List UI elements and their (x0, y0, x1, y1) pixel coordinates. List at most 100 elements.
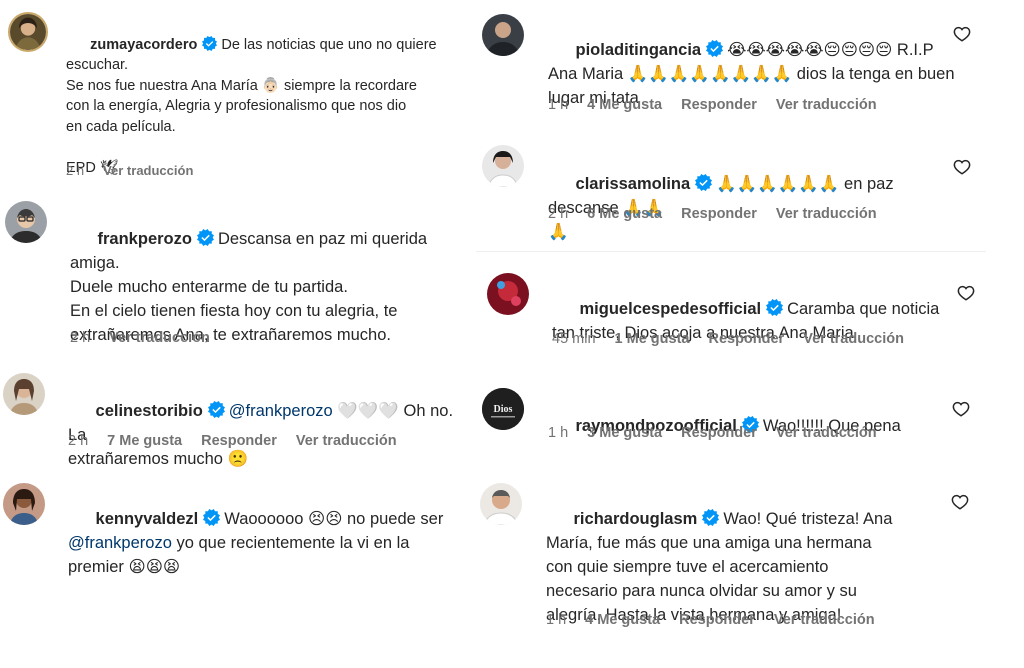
column-divider (466, 0, 467, 668)
see-translation-link[interactable]: Ver traducción (103, 163, 193, 178)
mention-link[interactable]: @frankperozo (68, 534, 172, 552)
likes-count[interactable]: 7 Me gusta (107, 433, 182, 449)
comment-text-line: yo que recientemente la vi en la (171, 534, 410, 552)
comment-meta: 1 h 4 Me gusta Responder Ver traducción (546, 612, 894, 628)
comment-text-line: en cada película. (66, 118, 176, 135)
username[interactable]: celinestoribio (96, 402, 203, 420)
comment-text-line: María, fue más que una amiga una hermana (546, 534, 872, 552)
timestamp[interactable]: 2 h (548, 206, 568, 222)
avatar[interactable] (480, 483, 522, 525)
avatar[interactable] (3, 373, 45, 415)
username[interactable]: richardouglasm (574, 510, 698, 528)
timestamp[interactable]: 2 h (66, 163, 84, 178)
username[interactable]: pioladitingancia (576, 41, 702, 59)
reply-button[interactable]: Responder (679, 612, 755, 628)
verified-badge-icon (702, 509, 719, 526)
avatar[interactable] (3, 483, 45, 525)
verified-badge-icon (706, 40, 723, 57)
avatar[interactable] (482, 14, 524, 56)
comment-miguelcespedesofficial: miguelcespedesofficial Caramba que notici… (476, 265, 1024, 365)
avatar[interactable] (482, 145, 524, 187)
comment-text-line: Ana Maria 🙏🙏🙏🙏🙏🙏🙏🙏 dios la tenga en buen (548, 65, 955, 83)
likes-count[interactable]: 6 Me gusta (587, 206, 662, 222)
comment-text-line: amiga. (70, 254, 120, 272)
likes-count[interactable]: 4 Me gusta (585, 612, 660, 628)
comment-meta: 2 h 6 Me gusta Responder Ver traducción (548, 206, 896, 222)
comment-text-line: Descansa en paz mi querida (217, 230, 428, 248)
comment-meta: 45 min 1 Me gusta Responder Ver traducción (552, 331, 923, 347)
avatar[interactable]: Dios (482, 388, 524, 430)
reply-button[interactable]: Responder (681, 97, 757, 113)
comment-richardouglasm: richardouglasm Wao! Qué tristeza! Ana Mar… (476, 475, 1024, 665)
verified-badge-icon (208, 401, 225, 418)
comment-text-line: En el cielo tienen fiesta hoy con tu ale… (70, 302, 398, 320)
comment-text-line: Duele mucho enterarme de tu partida. (70, 278, 348, 296)
timestamp[interactable]: 2 h (70, 330, 90, 346)
comment-celinestoribio: celinestoribio @frankperozo 🤍🤍🤍 Oh no. La… (0, 365, 466, 468)
see-translation-link[interactable]: Ver traducción (776, 97, 877, 113)
comment-kennyvaldezl: kennyvaldezl Waoooooo 😣😣 no puede ser @fr… (0, 475, 466, 576)
timestamp[interactable]: 45 min (552, 331, 596, 347)
verified-badge-icon (766, 299, 783, 316)
comment-text-line: 🙏 (548, 223, 569, 241)
comment-text-line: Se nos fue nuestra Ana María 👵🏻 siempre … (66, 77, 417, 94)
heart-icon[interactable] (951, 493, 969, 511)
comment-zumayacordero: zumayacordero De las noticias que uno no … (0, 0, 466, 190)
heart-icon[interactable] (953, 25, 971, 43)
verified-badge-icon (695, 174, 712, 191)
timestamp[interactable]: 2 h (68, 433, 88, 449)
likes-count[interactable]: 3 Me gusta (587, 425, 662, 441)
see-translation-link[interactable]: Ver traducción (109, 330, 210, 346)
see-translation-link[interactable]: Ver traducción (776, 425, 877, 441)
comment-pioladitingancia: pioladitingancia 😭😭😭😭😭😔😔😔😔 R.I.P Ana Mari… (476, 0, 1024, 130)
mention-link[interactable]: @frankperozo (229, 402, 333, 420)
timestamp[interactable]: 1 h (546, 612, 566, 628)
comment-frankperozo: frankperozo Descansa en paz mi querida am… (0, 195, 466, 355)
divider (476, 251, 986, 252)
comment-meta: 2 h Ver traducción (70, 330, 229, 346)
avatar-label: Dios (494, 404, 513, 415)
see-translation-link[interactable]: Ver traducción (296, 433, 397, 449)
heart-icon[interactable] (957, 284, 975, 302)
heart-icon[interactable] (953, 158, 971, 176)
username[interactable]: zumayacordero (90, 37, 197, 53)
comment-text-line: 😭😭😭😭😭😔😔😔😔 R.I.P (727, 41, 934, 59)
comment-clarissamolina: clarissamolina 🙏🙏🙏🙏🙏🙏 en paz descanse 🙏🙏 … (476, 140, 1024, 241)
avatar[interactable] (5, 201, 47, 243)
username[interactable]: miguelcespedesofficial (580, 300, 762, 318)
comment-text-line: Caramba que noticia (787, 300, 940, 318)
see-translation-link[interactable]: Ver traducción (774, 612, 875, 628)
comment-text-line: con la energía, Alegria y profesionalism… (66, 98, 407, 114)
likes-count[interactable]: 4 Me gusta (587, 97, 662, 113)
comment-meta: 1 h 4 Me gusta Responder Ver traducción (548, 97, 896, 113)
see-translation-link[interactable]: Ver traducción (776, 206, 877, 222)
verified-badge-icon (203, 509, 220, 526)
see-translation-link[interactable]: Ver traducción (803, 331, 904, 347)
reply-button[interactable]: Responder (681, 206, 757, 222)
comment-meta: 2 h 7 Me gusta Responder Ver traducción (68, 433, 416, 449)
comment-text-line: premier 😫😫😫 (68, 558, 181, 576)
comment-text-line: Wao! Qué tristeza! Ana (723, 510, 893, 528)
username[interactable]: clarissamolina (576, 175, 691, 193)
comment-text-line: Waoooooo 😣😣 no puede ser (224, 510, 444, 528)
avatar[interactable] (487, 273, 529, 315)
comment-meta: 2 h Ver traducción (66, 163, 212, 178)
verified-badge-icon (202, 36, 217, 51)
comment-text-line: De las noticias que uno no quiere (221, 36, 437, 53)
username[interactable]: kennyvaldezl (96, 510, 199, 528)
username[interactable]: frankperozo (98, 230, 192, 248)
reply-button[interactable]: Responder (708, 331, 784, 347)
reply-button[interactable]: Responder (201, 433, 277, 449)
heart-icon[interactable] (952, 400, 970, 418)
likes-count[interactable]: 1 Me gusta (615, 331, 690, 347)
timestamp[interactable]: 1 h (548, 97, 568, 113)
comment-meta: 1 h 3 Me gusta Responder Ver traducción (548, 425, 896, 441)
avatar[interactable] (8, 12, 48, 52)
comment-text-line: extrañaremos mucho 🙁 (68, 450, 249, 468)
comment-text-line: necesario para nunca olvidar su amor y s… (546, 582, 857, 600)
timestamp[interactable]: 1 h (548, 425, 568, 441)
comment-text-line: escuchar. (66, 57, 129, 73)
comment-text-line: con quie siempre tuve el acercamiento (546, 558, 829, 576)
comment-raymondpozoofficial: Dios raymondpozoofficial Wao!!!!!! Que pe… (476, 380, 1024, 460)
reply-button[interactable]: Responder (681, 425, 757, 441)
